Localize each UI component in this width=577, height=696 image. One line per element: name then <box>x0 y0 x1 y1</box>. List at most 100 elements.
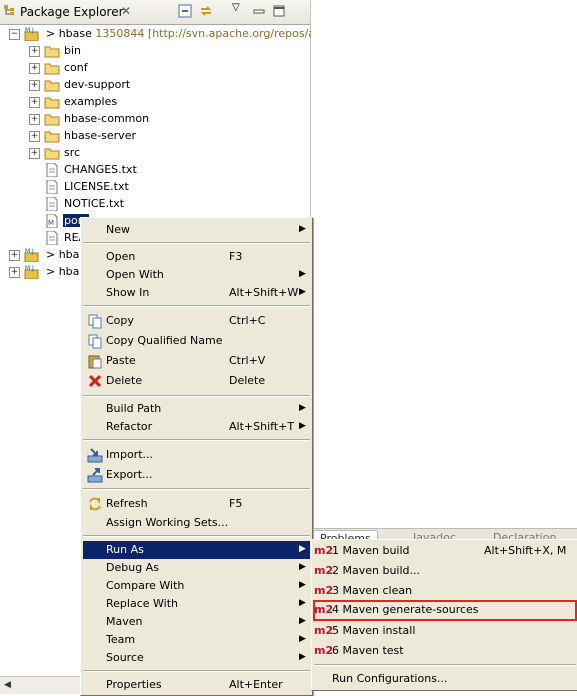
menu-separator <box>83 439 310 441</box>
text-file-icon <box>46 163 58 177</box>
expand-toggle-icon[interactable]: + <box>29 131 40 142</box>
folder-icon <box>44 148 60 160</box>
menu-shortcut: Alt+Enter <box>229 678 283 691</box>
menu-item-run-as[interactable]: Run As ▶ <box>83 541 310 559</box>
menu-item-import[interactable]: Import... <box>83 446 310 464</box>
menu-item-label: Open With <box>106 268 164 281</box>
menu-item-label: Import... <box>106 448 153 461</box>
menu-item-label: New <box>106 223 130 236</box>
menu-item-delete[interactable]: Delete Delete <box>83 372 310 390</box>
tree-label: examples <box>64 95 118 108</box>
menu-item-label: Show In <box>106 286 150 299</box>
menu-item-open[interactable]: Open F3 <box>83 248 310 266</box>
expand-toggle-icon[interactable]: + <box>9 267 20 278</box>
menu-separator <box>83 305 310 307</box>
tree-label: dev-support <box>64 78 131 91</box>
menu-shortcut: Alt+Shift+T <box>229 420 295 433</box>
submenu-item-maven-install[interactable]: m2 5 Maven install <box>314 622 576 641</box>
submenu-item-maven-build[interactable]: m2 1 Maven build Alt+Shift+X, M <box>314 542 576 561</box>
view-menu-icon[interactable]: ▽ <box>232 2 246 16</box>
menu-item-export[interactable]: Export... <box>83 466 310 484</box>
submenu-item-run-configurations[interactable]: Run Configurations... <box>314 670 576 689</box>
submenu-item-maven-clean[interactable]: m2 3 Maven clean <box>314 582 576 601</box>
copy-qualified-icon <box>88 334 102 349</box>
submenu-arrow-icon: ▶ <box>299 544 306 554</box>
menu-item-assign-working-sets[interactable]: Assign Working Sets... <box>83 514 310 532</box>
submenu-arrow-icon: ▶ <box>299 580 306 590</box>
menu-item-refresh[interactable]: Refresh F5 <box>83 495 310 513</box>
minimize-icon[interactable] <box>252 4 266 18</box>
menu-item-label: Replace With <box>106 597 178 610</box>
svg-text:J: J <box>31 265 34 272</box>
expand-toggle-icon[interactable]: + <box>29 46 40 57</box>
svg-text:M: M <box>25 248 30 255</box>
menu-item-paste[interactable]: Paste Ctrl+V <box>83 352 310 370</box>
copy-icon <box>88 314 102 329</box>
expand-toggle-icon[interactable]: + <box>9 250 20 261</box>
menu-shortcut: Alt+Shift+W <box>229 286 299 299</box>
menu-shortcut: Delete <box>229 374 266 387</box>
close-view-icon[interactable]: ✕ <box>121 4 131 18</box>
menu-item-compare-with[interactable]: Compare With ▶ <box>83 577 310 595</box>
menu-item-label: Source <box>106 651 144 664</box>
submenu-item-maven-test[interactable]: m2 6 Maven test <box>314 642 576 661</box>
menu-separator <box>83 535 310 537</box>
menu-item-label: Compare With <box>106 579 185 592</box>
submenu-item-label: 1 Maven build <box>332 544 410 557</box>
tree-label: conf <box>64 61 88 74</box>
menu-item-copy[interactable]: Copy Ctrl+C <box>83 312 310 330</box>
submenu-arrow-icon: ▶ <box>299 616 306 626</box>
submenu-arrow-icon: ▶ <box>299 224 306 234</box>
menu-item-refactor[interactable]: Refactor Alt+Shift+T ▶ <box>83 418 310 436</box>
submenu-item-maven-generate-sources[interactable]: m2 4 Maven generate-sources <box>313 600 577 621</box>
maximize-icon[interactable] <box>272 4 286 18</box>
view-title[interactable]: Package Explorer <box>20 5 124 19</box>
expand-toggle-icon[interactable]: + <box>29 80 40 91</box>
import-icon <box>87 448 103 463</box>
menu-item-source[interactable]: Source ▶ <box>83 649 310 667</box>
menu-item-label: Copy Qualified Name <box>106 334 223 347</box>
m2-icon: m2 <box>314 644 334 657</box>
menu-item-properties[interactable]: Properties Alt+Enter <box>83 676 310 694</box>
menu-item-team[interactable]: Team ▶ <box>83 631 310 649</box>
expand-toggle-icon[interactable]: + <box>29 97 40 108</box>
tree-label: hbase-common <box>64 112 150 125</box>
menu-item-label: Delete <box>106 374 143 387</box>
svg-text:M: M <box>25 27 30 34</box>
tree-label: hbase-server <box>64 129 136 142</box>
menu-item-label: Run As <box>106 543 144 556</box>
menu-item-open-with[interactable]: Open With ▶ <box>83 266 310 284</box>
menu-item-new[interactable]: New ▶ <box>83 221 310 239</box>
submenu-item-label: 3 Maven clean <box>332 584 413 597</box>
menu-item-show-in[interactable]: Show In Alt+Shift+W ▶ <box>83 284 310 302</box>
folder-icon <box>44 46 60 58</box>
text-file-icon <box>46 231 58 245</box>
menu-item-replace-with[interactable]: Replace With ▶ <box>83 595 310 613</box>
expand-toggle-icon[interactable]: + <box>29 63 40 74</box>
collapse-toggle-icon[interactable]: − <box>9 29 20 40</box>
submenu-item-maven-build-dialog[interactable]: m2 2 Maven build... <box>314 562 576 581</box>
menu-item-build-path[interactable]: Build Path ▶ <box>83 400 310 418</box>
svg-text:M: M <box>25 265 30 272</box>
submenu-item-label: 6 Maven test <box>332 644 404 657</box>
menu-shortcut: Ctrl+V <box>229 354 266 367</box>
package-explorer-icon <box>4 5 14 15</box>
expand-toggle-icon[interactable]: + <box>29 148 40 159</box>
submenu-item-label: 5 Maven install <box>332 624 416 637</box>
menu-item-debug-as[interactable]: Debug As ▶ <box>83 559 310 577</box>
link-editor-icon[interactable] <box>199 4 213 18</box>
tree-row-hbase-project[interactable]: − MJ > hbase 1350844 [http://svn.apache.… <box>0 26 324 43</box>
paste-icon <box>88 355 102 369</box>
submenu-separator <box>314 664 576 666</box>
submenu-arrow-icon: ▶ <box>299 652 306 662</box>
menu-item-label: Paste <box>106 354 136 367</box>
scroll-left-icon[interactable]: ◀ <box>4 680 11 690</box>
menu-item-copy-qualified-name[interactable]: Copy Qualified Name <box>83 332 310 350</box>
menu-item-maven[interactable]: Maven ▶ <box>83 613 310 631</box>
menu-separator <box>83 488 310 490</box>
collapse-all-icon[interactable] <box>178 4 192 18</box>
submenu-arrow-icon: ▶ <box>299 269 306 279</box>
expand-toggle-icon[interactable]: + <box>29 114 40 125</box>
context-menu: New ▶ Open F3 Open With ▶ Show In Alt+Shift+… <box>80 217 313 696</box>
menu-item-label: Refresh <box>106 497 148 510</box>
